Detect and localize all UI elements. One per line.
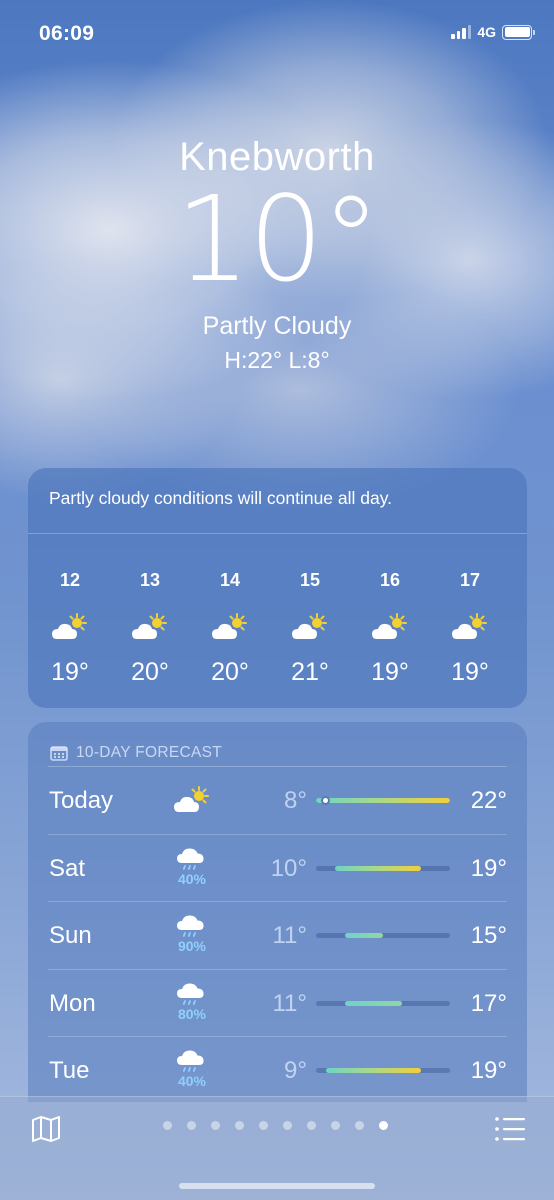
ten-day-forecast-card[interactable]: 10-DAY FORECAST Today 8° 22° Sat 40% 10° 19° Su… (28, 722, 527, 1102)
day-high-temp: 22° (470, 787, 507, 814)
hour-temp: 21° (291, 658, 329, 686)
hour-temp: 19° (51, 658, 89, 686)
precip-chance: 40% (177, 870, 207, 887)
map-icon[interactable] (30, 1113, 62, 1145)
current-temperature: 10° (175, 170, 380, 308)
temp-range-bar (316, 865, 450, 871)
status-time: 06:09 (39, 22, 95, 45)
page-dot[interactable] (235, 1121, 244, 1130)
day-name: Mon (49, 989, 96, 1017)
ten-day-header: 10-DAY FORECAST (48, 722, 507, 767)
hourly-list[interactable]: 12 19° 13 20° 14 20° 15 21° 16 19° 17 19… (28, 534, 527, 687)
current-conditions: Knebworth 10° Partly Cloudy H:22° L:8° (0, 135, 554, 374)
hour-item: 14 20° (190, 570, 270, 687)
day-row[interactable]: Tue 40% 9° 19° (48, 1037, 507, 1102)
forecast-summary: Partly cloudy conditions will continue a… (28, 468, 527, 534)
page-dot[interactable] (355, 1121, 364, 1130)
hour-item: 17 19° (430, 570, 510, 687)
ten-day-title: 10-DAY FORECAST (76, 743, 223, 761)
day-high-temp: 19° (470, 854, 507, 882)
hour-item: 12 19° (30, 570, 110, 687)
page-dot[interactable] (259, 1121, 268, 1130)
hour-label: 15 (299, 570, 321, 590)
hour-temp: 19° (451, 658, 489, 686)
temp-range-bar (316, 1068, 450, 1073)
battery-icon (502, 24, 535, 40)
partly-cloudy-icon (450, 602, 490, 652)
partly-cloudy-icon (50, 602, 90, 652)
hour-temp: 20° (131, 658, 169, 686)
day-high-temp: 15° (470, 922, 507, 949)
status-bar: 06:09 4G (0, 0, 554, 66)
hour-label: 14 (219, 570, 241, 590)
day-high-temp: 19° (470, 1057, 507, 1084)
page-dot-active[interactable] (379, 1121, 388, 1130)
day-low-temp: 9° (284, 1057, 307, 1084)
temp-range-fill (316, 798, 450, 803)
precip-chance: 80% (177, 1005, 207, 1022)
rain-cloud-icon: 40% (170, 845, 214, 887)
partly-cloudy-icon (170, 785, 214, 815)
page-dot[interactable] (211, 1121, 220, 1130)
network-type: 4G (477, 24, 496, 40)
day-low-temp: 11° (272, 989, 307, 1017)
temp-range-bar (316, 798, 450, 803)
high-low-text: H:22° L:8° (224, 347, 330, 373)
temp-range-bar (316, 933, 450, 938)
day-name: Today (49, 787, 114, 814)
temp-range-fill (335, 865, 422, 871)
day-low-temp: 11° (272, 922, 307, 949)
hour-temp: 20° (211, 658, 249, 686)
partly-cloudy-icon (130, 602, 170, 652)
page-dot[interactable] (307, 1121, 316, 1130)
current-temp-marker (321, 796, 331, 805)
page-dot[interactable] (331, 1121, 340, 1130)
page-dot[interactable] (187, 1121, 196, 1130)
day-row[interactable]: Sat 40% 10° 19° (48, 835, 507, 902)
precip-chance: 90% (177, 938, 207, 954)
hourly-forecast-card[interactable]: Partly cloudy conditions will continue a… (28, 468, 527, 708)
day-row[interactable]: Sun 90% 11° 15° (48, 902, 507, 970)
precip-chance: 40% (177, 1073, 207, 1089)
partly-cloudy-icon (290, 602, 330, 652)
rain-cloud-icon: 40% (170, 1047, 214, 1089)
calendar-icon (50, 745, 68, 761)
status-indicators: 4G (451, 24, 535, 40)
day-name: Sat (49, 854, 86, 882)
hour-item: 16 19° (350, 570, 430, 687)
page-dot[interactable] (163, 1121, 172, 1130)
cellular-signal-icon (451, 25, 472, 39)
rain-cloud-icon: 80% (170, 980, 214, 1022)
day-high-temp: 17° (470, 989, 507, 1017)
hour-item: 15 21° (270, 570, 350, 687)
hour-label: 16 (379, 570, 401, 590)
day-row[interactable]: Today 8° 22° (48, 767, 507, 835)
day-list: Today 8° 22° Sat 40% 10° 19° Sun 90% 11° 15° Mon 80%… (28, 767, 527, 1102)
hour-label: 13 (139, 570, 161, 590)
bottom-toolbar (0, 1096, 554, 1200)
day-low-temp: 10° (270, 854, 307, 882)
partly-cloudy-icon (370, 602, 410, 652)
hour-temp: 19° (371, 658, 409, 686)
condition-text: Partly Cloudy (202, 312, 352, 340)
day-name: Tue (49, 1057, 90, 1084)
hour-label: 12 (59, 570, 81, 590)
page-dot[interactable] (283, 1121, 292, 1130)
temp-range-fill (325, 1068, 422, 1073)
home-indicator[interactable] (179, 1183, 375, 1189)
temp-range-bar (316, 1000, 450, 1006)
temp-range-fill (344, 1000, 403, 1006)
temp-range-fill (344, 933, 383, 938)
page-indicator[interactable] (163, 1121, 388, 1130)
partly-cloudy-icon (210, 602, 250, 652)
day-row[interactable]: Mon 80% 11° 17° (48, 970, 507, 1037)
rain-cloud-icon: 90% (170, 912, 214, 954)
day-name: Sun (49, 922, 92, 949)
list-icon[interactable] (494, 1115, 526, 1143)
day-low-temp: 8° (284, 787, 307, 814)
hour-label: 17 (459, 570, 481, 590)
hour-item: 13 20° (110, 570, 190, 687)
